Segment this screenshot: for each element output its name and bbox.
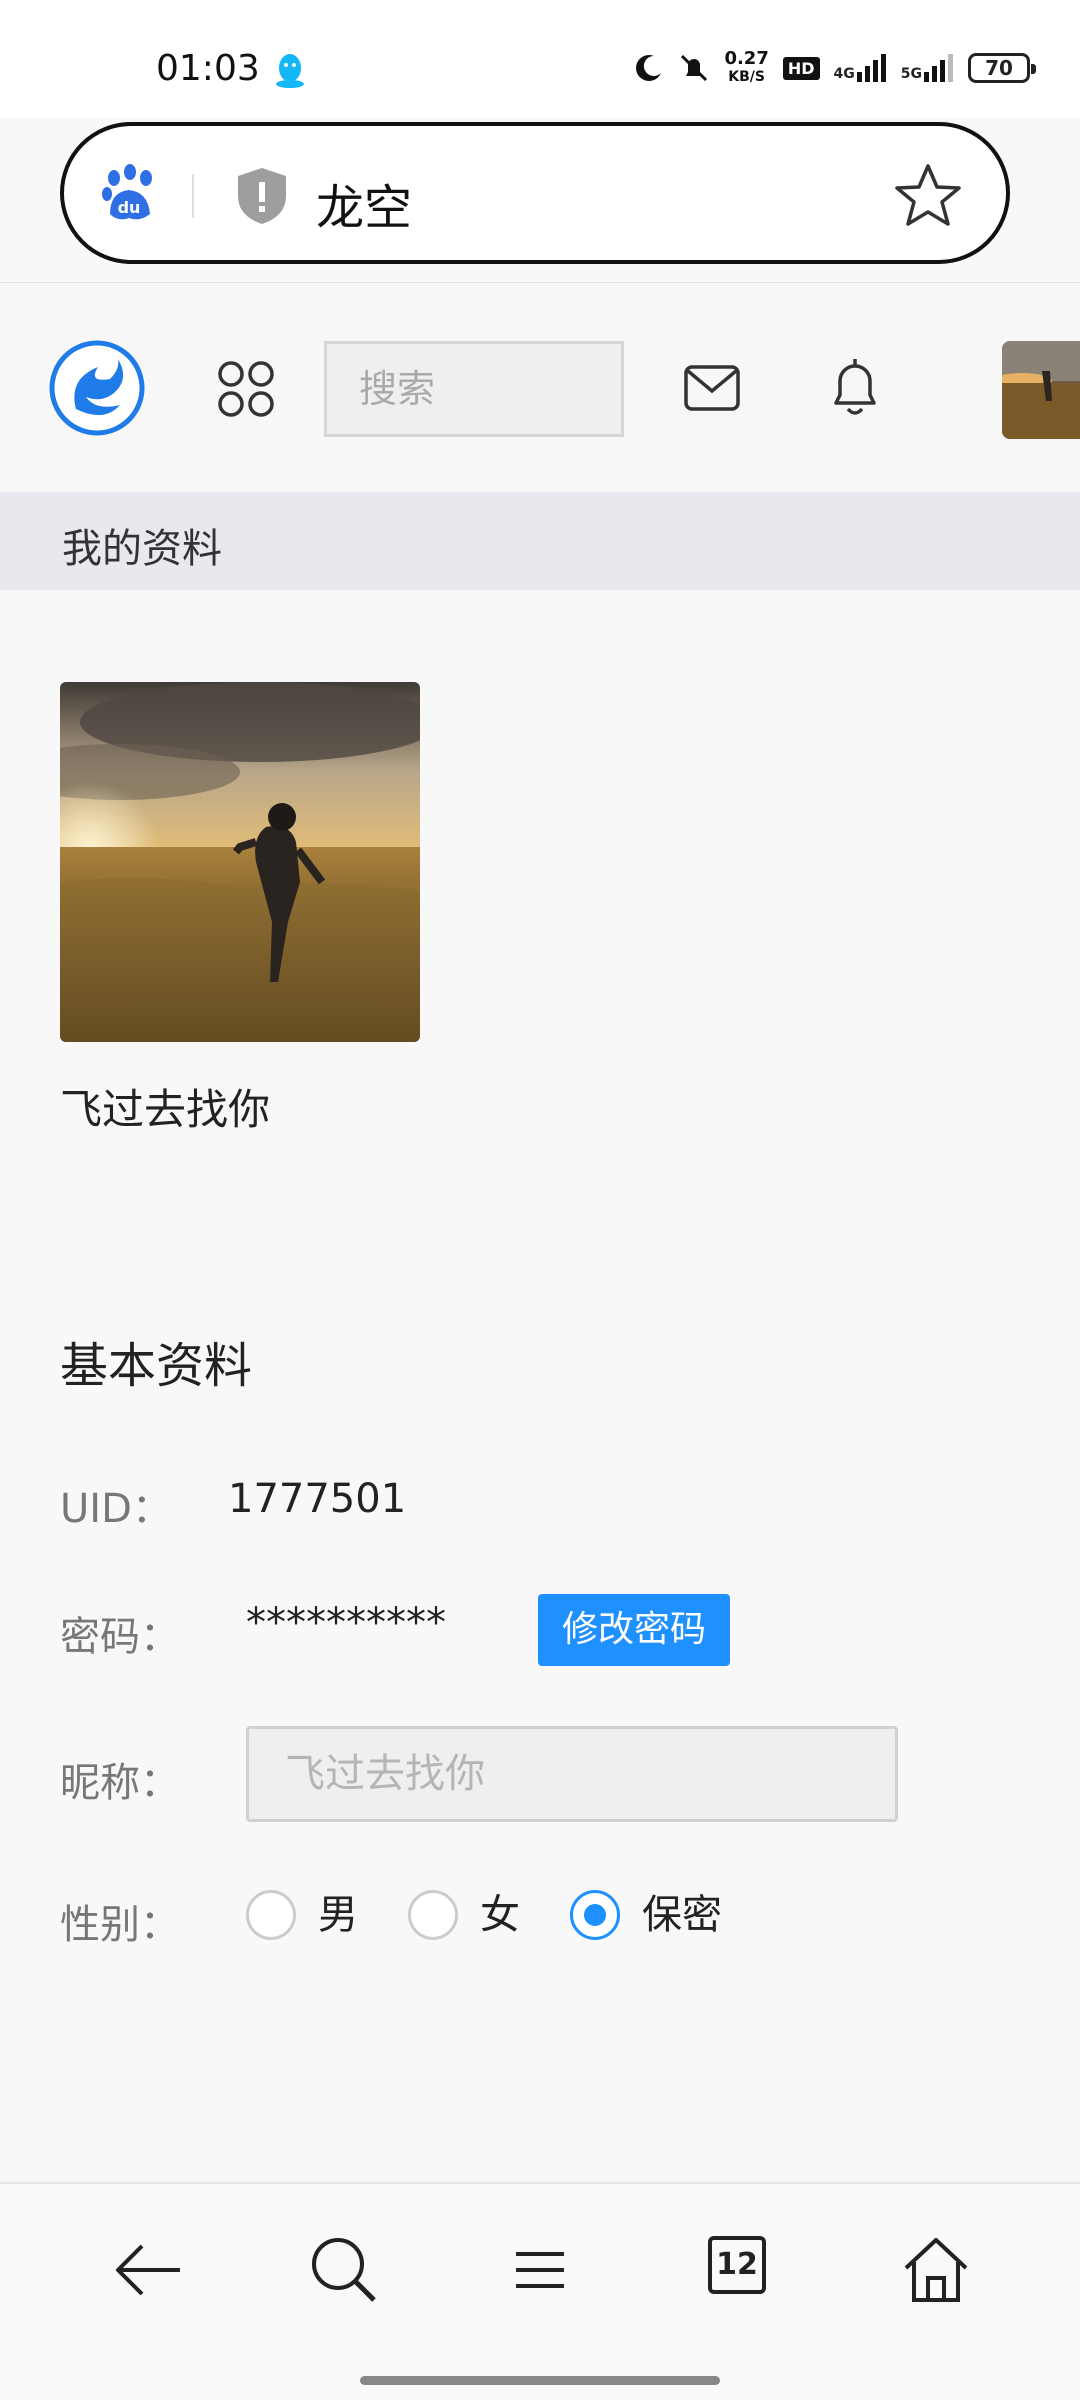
apps-grid-icon[interactable] [216, 359, 276, 419]
nickname-input[interactable]: 飞过去找你 [246, 1726, 898, 1822]
password-value: ********** [246, 1600, 446, 1646]
section-title-bar: 我的资料 [0, 492, 1080, 590]
gender-option-secret[interactable]: 保密 [642, 1890, 722, 1940]
address-bar[interactable]: du 龙空 [60, 122, 1010, 264]
password-label: 密码： [60, 1614, 180, 1660]
back-arrow-icon[interactable] [108, 2230, 188, 2310]
gender-radio-male[interactable] [246, 1890, 296, 1940]
uid-label: UID： [60, 1486, 172, 1532]
profile-avatar[interactable] [60, 682, 420, 1042]
section-title: 我的资料 [62, 526, 222, 572]
nickname-label: 昵称： [60, 1760, 180, 1806]
notification-bell-icon[interactable] [826, 355, 884, 419]
qq-icon [276, 54, 304, 88]
mail-icon[interactable] [682, 361, 742, 415]
home-icon[interactable] [896, 2230, 976, 2310]
signal-bars-icon [924, 54, 953, 82]
svg-text:du: du [118, 198, 141, 217]
gesture-home-indicator[interactable] [360, 2376, 720, 2385]
net-speed: 0.27 KB/S [724, 50, 768, 86]
hd-badge: HD [782, 56, 820, 80]
gender-radio-female[interactable] [408, 1890, 458, 1940]
avatar-photo [1002, 341, 1080, 439]
bookmark-star-icon[interactable] [894, 162, 962, 228]
gender-label: 性别： [60, 1902, 180, 1948]
user-avatar-small[interactable] [1002, 341, 1080, 439]
moon-icon [636, 55, 662, 81]
search-icon[interactable] [304, 2230, 384, 2310]
site-search-input[interactable]: 搜索 [324, 341, 624, 437]
signal-bars-icon [856, 54, 886, 82]
gender-option-female[interactable]: 女 [480, 1890, 520, 1940]
browser-bottom-nav: 12 [0, 2182, 1080, 2400]
site-logo-dragon-icon[interactable] [48, 339, 146, 437]
basic-info-heading: 基本资料 [60, 1338, 253, 1394]
menu-icon[interactable] [500, 2230, 580, 2310]
signal-5g: 5G [901, 54, 954, 82]
status-bar: 01:03 0.27 KB/S HD 4G 5G 70 [0, 0, 1080, 118]
status-time: 01:03 [156, 48, 260, 89]
profile-nickname: 飞过去找你 [60, 1085, 271, 1134]
page-title[interactable]: 龙空 [316, 168, 412, 238]
profile-photo [60, 682, 420, 1042]
baidu-paw-icon: du [102, 164, 152, 220]
uid-value: 1777501 [228, 1476, 407, 1522]
signal-4g-label: 4G [833, 66, 855, 82]
change-password-button[interactable]: 修改密码 [538, 1594, 730, 1666]
mute-bell-icon [681, 54, 708, 82]
signal-5g-label: 5G [900, 66, 922, 82]
battery-indicator: 70 [968, 53, 1036, 83]
address-divider [192, 174, 194, 218]
site-header: 搜索 [0, 282, 1080, 492]
gender-option-male[interactable]: 男 [318, 1890, 358, 1940]
tabs-count-button[interactable]: 12 [708, 2236, 766, 2294]
net-speed-value: 0.27 [724, 48, 769, 69]
net-speed-unit: KB/S [728, 69, 765, 85]
gender-radio-secret[interactable] [570, 1890, 620, 1940]
shield-warning-icon[interactable] [234, 166, 290, 226]
signal-4g: 4G [834, 54, 887, 82]
